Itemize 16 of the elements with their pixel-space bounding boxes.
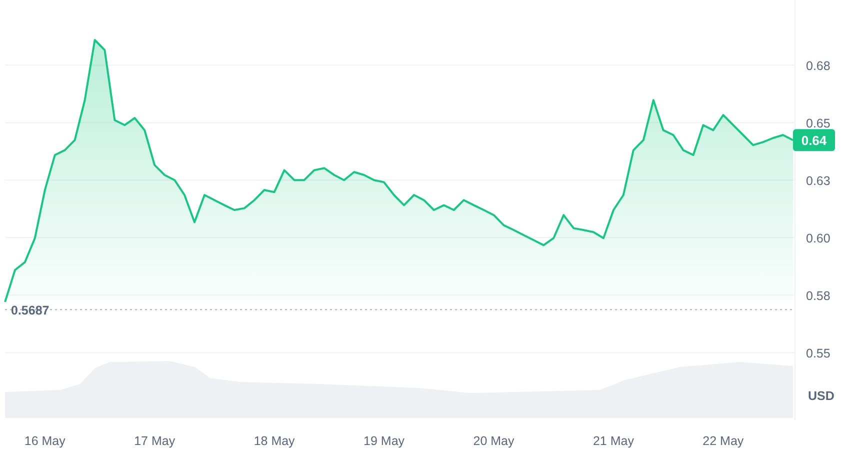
y-axis-label: 0.60 [806,232,830,246]
y-axis-label: 0.68 [806,59,830,74]
y-axis-label: 0.55 [806,346,830,361]
y-axis-label: 0.58 [806,289,830,304]
y-axis-label: 0.65 [806,116,830,131]
current-price-tag: 0.64 [793,129,835,152]
start-price-label: 0.5687 [11,304,50,318]
currency-label: USD [808,389,834,403]
x-axis-label: 16 May [24,434,66,448]
x-axis-label: 22 May [702,434,744,448]
x-axis-label: 17 May [134,434,176,448]
y-axis-label: 0.63 [806,174,830,188]
x-axis-label: 18 May [254,434,295,448]
x-axis-label: 19 May [364,434,405,448]
x-axis-label: 21 May [592,434,634,448]
x-axis-label: 20 May [473,434,514,448]
